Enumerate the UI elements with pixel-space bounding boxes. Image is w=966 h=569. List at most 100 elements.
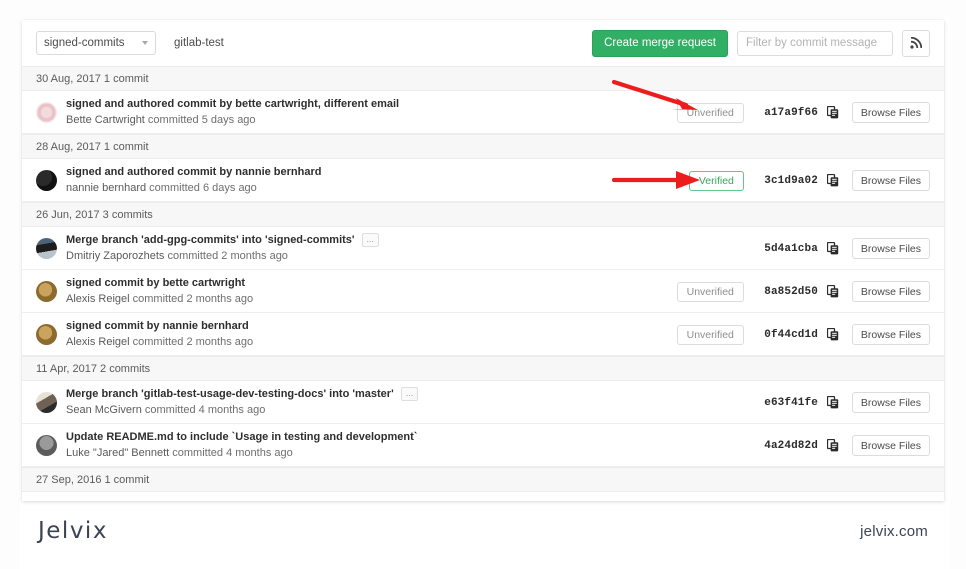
status-badge[interactable]: Unverified — [676, 324, 744, 345]
commit-actions: 5d4a1cba Browse Files — [674, 227, 930, 270]
table-row: signed commit by nannie bernhard Alexis R… — [22, 313, 944, 356]
commit-author-link[interactable]: Alexis Reigel — [66, 336, 130, 348]
commit-actions: Unverified 0f44cd1d Browse Files — [674, 313, 930, 356]
commit-actions: e63f41fe Browse Files — [674, 381, 930, 424]
branch-select-label: signed-commits — [44, 37, 125, 49]
copy-icon — [826, 396, 839, 409]
status-badge[interactable]: Unverified — [676, 281, 744, 302]
commit-title-link[interactable]: Merge branch 'add-gpg-commits' into 'sig… — [66, 234, 355, 247]
commit-date-header: 30 Aug, 2017 1 commit — [22, 66, 944, 91]
commit-title-link[interactable]: signed and authored commit by bette cart… — [66, 98, 399, 111]
commit-filter-input[interactable]: Filter by commit message — [737, 30, 893, 56]
commit-hash[interactable]: 8a852d50 — [764, 286, 818, 298]
copy-hash-button[interactable] — [826, 242, 839, 255]
commit-actions: Unverified 8a852d50 Browse Files — [674, 270, 930, 313]
browse-files-button[interactable]: Browse Files — [851, 170, 930, 191]
copy-icon — [826, 328, 839, 341]
commit-hash[interactable]: 4a24d82d — [764, 440, 818, 452]
signature-badge-slot: Verified — [674, 170, 744, 191]
commit-date-header: 11 Apr, 2017 2 commits — [22, 356, 944, 381]
commit-hash-slot: 5d4a1cba — [744, 243, 818, 255]
page-root: signed-commits gitlab-test Create merge … — [0, 0, 966, 569]
browse-files-button[interactable]: Browse Files — [851, 281, 930, 302]
copy-icon — [826, 174, 839, 187]
browse-files-button[interactable]: Browse Files — [851, 392, 930, 413]
commit-hash[interactable]: 3c1d9a02 — [764, 175, 818, 187]
status-badge[interactable]: Verified — [688, 170, 744, 191]
rss-feed-button[interactable] — [902, 29, 930, 57]
commit-author-link[interactable]: Sean McGivern — [66, 404, 142, 416]
table-row: signed commit by bette cartwright Alexis … — [22, 270, 944, 313]
copy-hash-button[interactable] — [826, 285, 839, 298]
commit-date-header: 27 Sep, 2016 1 commit — [22, 467, 944, 492]
repo-name: gitlab-test — [174, 37, 224, 49]
jelvix-logo: Jelvix — [38, 518, 108, 544]
status-badge[interactable]: Unverified — [676, 102, 744, 123]
signature-badge-slot: Unverified — [674, 281, 744, 302]
avatar — [36, 101, 57, 123]
page-edge-left — [0, 0, 20, 569]
expand-commit-message-button[interactable]: ... — [400, 387, 419, 401]
commit-hash-slot: 0f44cd1d — [744, 329, 818, 341]
table-row: Merge branch 'gitlab-test-usage-dev-test… — [22, 381, 944, 424]
rss-icon — [910, 37, 922, 49]
commit-author-link[interactable]: Bette Cartwright — [66, 114, 145, 126]
copy-icon — [826, 106, 839, 119]
expand-commit-message-button[interactable]: ... — [361, 233, 380, 247]
avatar — [36, 434, 57, 456]
commit-actions: Unverified a17a9f66 Browse Files — [674, 91, 930, 134]
commits-card: signed-commits gitlab-test Create merge … — [22, 20, 944, 501]
commit-actions: Verified 3c1d9a02 Browse Files — [674, 159, 930, 202]
chevron-down-icon — [142, 41, 148, 45]
browse-files-button[interactable]: Browse Files — [851, 435, 930, 456]
commit-actions: 4a24d82d Browse Files — [674, 424, 930, 467]
copy-hash-button[interactable] — [826, 106, 839, 119]
commit-hash-slot: a17a9f66 — [744, 107, 818, 119]
copy-hash-button[interactable] — [826, 439, 839, 452]
browse-files-button[interactable]: Browse Files — [851, 324, 930, 345]
browse-files-button[interactable]: Browse Files — [851, 238, 930, 259]
page-edge-top — [0, 0, 966, 18]
commit-title-link[interactable]: signed commit by bette cartwright — [66, 277, 245, 290]
commit-title-link[interactable]: Update README.md to include `Usage in te… — [66, 431, 417, 444]
commit-hash-slot: e63f41fe — [744, 397, 818, 409]
create-merge-request-button[interactable]: Create merge request — [592, 29, 728, 57]
commit-hash[interactable]: 5d4a1cba — [764, 243, 818, 255]
commit-hash[interactable]: a17a9f66 — [764, 107, 818, 119]
copy-icon — [826, 242, 839, 255]
commit-author-link[interactable]: Dmitriy Zaporozhets — [66, 250, 164, 262]
avatar — [36, 323, 57, 345]
commit-author-link[interactable]: nannie bernhard — [66, 182, 146, 194]
commit-hash[interactable]: e63f41fe — [764, 397, 818, 409]
avatar — [36, 391, 57, 413]
page-edge-right — [950, 0, 966, 569]
table-row: signed and authored commit by nannie ber… — [22, 159, 944, 202]
copy-icon — [826, 285, 839, 298]
commit-hash-slot: 3c1d9a02 — [744, 175, 818, 187]
signature-badge-slot: Unverified — [674, 102, 744, 123]
browse-files-button[interactable]: Browse Files — [851, 102, 930, 123]
copy-hash-button[interactable] — [826, 174, 839, 187]
commit-title-link[interactable]: signed commit by nannie bernhard — [66, 320, 249, 333]
copy-icon — [826, 439, 839, 452]
table-row: signed and authored commit by bette cart… — [22, 91, 944, 134]
signature-badge-slot: Unverified — [674, 324, 744, 345]
commit-hash[interactable]: 0f44cd1d — [764, 329, 818, 341]
copy-hash-button[interactable] — [826, 328, 839, 341]
commit-title-link[interactable]: Merge branch 'gitlab-test-usage-dev-test… — [66, 388, 394, 401]
copy-hash-button[interactable] — [826, 396, 839, 409]
jelvix-website: jelvix.com — [860, 522, 928, 540]
commit-date-header: 28 Aug, 2017 1 commit — [22, 134, 944, 159]
avatar — [36, 237, 57, 259]
table-row: Update README.md to include `Usage in te… — [22, 424, 944, 467]
page-footer: Jelvix jelvix.com — [22, 505, 944, 557]
branch-select[interactable]: signed-commits — [36, 31, 156, 55]
commit-author-link[interactable]: Alexis Reigel — [66, 293, 130, 305]
toolbar-actions: Create merge request Filter by commit me… — [592, 20, 930, 66]
commit-author-link[interactable]: Luke "Jared" Bennett — [66, 447, 169, 459]
commit-hash-slot: 4a24d82d — [744, 440, 818, 452]
commit-date-header: 26 Jun, 2017 3 commits — [22, 202, 944, 227]
avatar — [36, 169, 57, 191]
commit-title-link[interactable]: signed and authored commit by nannie ber… — [66, 166, 321, 179]
table-row: Merge branch 'add-gpg-commits' into 'sig… — [22, 227, 944, 270]
